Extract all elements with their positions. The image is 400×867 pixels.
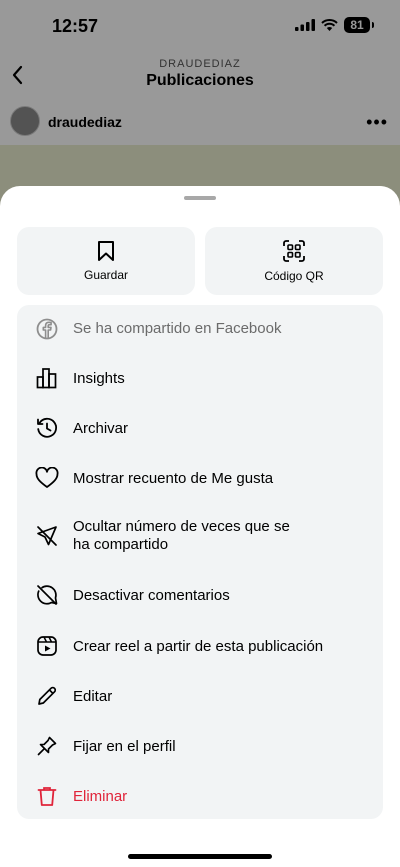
comment-off-icon [35, 583, 59, 607]
menu-label-show-likes: Mostrar recuento de Me gusta [73, 470, 274, 487]
menu-item-shared-facebook[interactable]: Se ha compartido en Facebook [17, 305, 383, 353]
qr-code-label: Código QR [264, 269, 324, 283]
menu-item-disable-comments[interactable]: Desactivar comentarios [17, 569, 383, 621]
menu-label-hide-shares-line1: Ocultar número de veces que se [73, 518, 290, 535]
menu-label-hide-shares: Ocultar número de veces que se ha compar… [73, 518, 290, 554]
heart-icon [35, 466, 59, 490]
qr-code-button[interactable]: Código QR [205, 227, 383, 295]
bookmark-icon [98, 241, 114, 261]
archive-history-icon [35, 416, 59, 440]
menu-label-create-reel: Crear reel a partir de esta publicación [73, 638, 324, 655]
facebook-icon [35, 317, 59, 341]
menu-item-insights[interactable]: Insights [17, 353, 383, 403]
pin-icon [35, 734, 59, 758]
menu-item-edit[interactable]: Editar [17, 671, 383, 721]
sheet-grabber[interactable] [184, 196, 216, 200]
reel-icon [35, 634, 59, 658]
trash-icon [35, 784, 59, 808]
home-indicator [128, 854, 272, 859]
pencil-icon [35, 684, 59, 708]
menu-label-hide-shares-line2: ha compartido [73, 536, 169, 553]
menu-item-archive[interactable]: Archivar [17, 403, 383, 453]
menu-item-delete[interactable]: Eliminar [17, 771, 383, 819]
menu-label-delete: Eliminar [73, 788, 128, 805]
menu-card: Se ha compartido en Facebook Insights Ar… [17, 305, 383, 819]
menu-item-create-reel[interactable]: Crear reel a partir de esta publicación [17, 621, 383, 671]
menu-label-insights: Insights [73, 370, 125, 387]
menu-label-edit: Editar [73, 688, 113, 705]
menu-item-show-likes[interactable]: Mostrar recuento de Me gusta [17, 453, 383, 503]
menu-item-pin-profile[interactable]: Fijar en el perfil [17, 721, 383, 771]
save-button[interactable]: Guardar [17, 227, 195, 295]
send-off-icon [35, 524, 59, 548]
menu-label-pin-profile: Fijar en el perfil [73, 738, 176, 755]
top-actions: Guardar Código QR [17, 227, 383, 295]
menu-label-archive: Archivar [73, 420, 129, 437]
save-label: Guardar [83, 268, 129, 282]
options-sheet: Guardar Código QR Se ha compartido en Fa… [0, 186, 400, 867]
qr-code-icon [283, 240, 305, 262]
bar-chart-icon [35, 366, 59, 390]
menu-label-disable-comments: Desactivar comentarios [73, 587, 230, 604]
menu-label-shared-facebook: Se ha compartido en Facebook [73, 320, 282, 337]
menu-item-hide-shares[interactable]: Ocultar número de veces que se ha compar… [17, 503, 383, 569]
